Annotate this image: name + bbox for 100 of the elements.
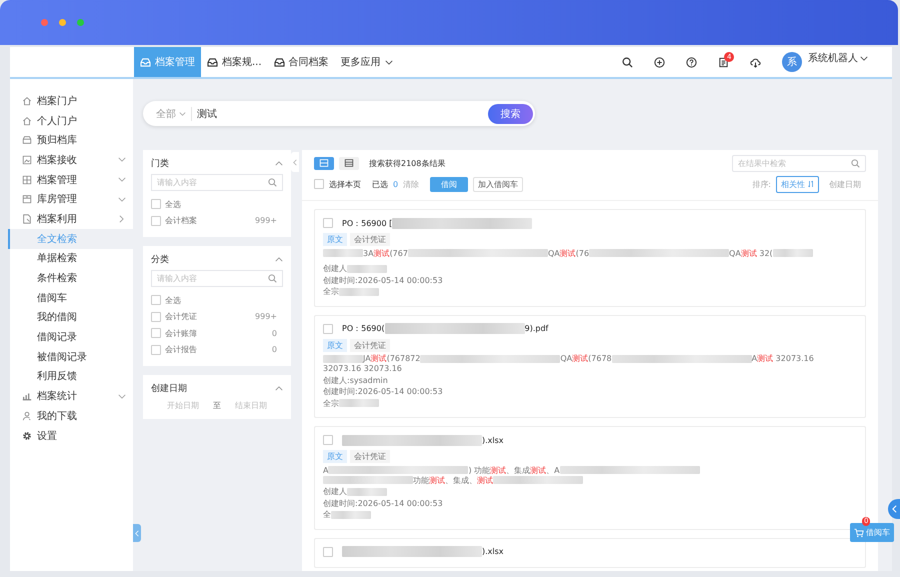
- search-input[interactable]: 测试: [192, 106, 488, 120]
- date-separator: 至: [213, 400, 221, 411]
- document-icon[interactable]: [718, 56, 729, 68]
- blurred-text: [347, 488, 387, 496]
- chevron-down-icon: [179, 112, 186, 116]
- user-menu[interactable]: 系统机器人: [808, 51, 868, 65]
- result-card[interactable]: ).xlsx 原文 会计凭证 A ) 功能测试、集成测试、A 功能测试、集成、测试 创建人 创建时间:2026-05-14 00:00:53 全: [314, 426, 866, 530]
- checkbox[interactable]: [323, 435, 333, 445]
- collapse-filter-tab[interactable]: [291, 152, 299, 172]
- highlighted-match: 测试: [740, 248, 757, 258]
- sidebar-subitem[interactable]: 被借阅记录: [8, 346, 133, 367]
- sidebar-item[interactable]: 档案统计: [10, 386, 133, 406]
- snippet-text: 、集成: [506, 464, 530, 476]
- sidebar-subitem[interactable]: 单据检索: [8, 248, 133, 268]
- tag: 原文: [323, 338, 347, 352]
- checkbox[interactable]: [323, 218, 333, 228]
- blurred-text: [339, 288, 379, 296]
- tag: 会计凭证: [350, 233, 390, 246]
- highlighted-match: 测试: [370, 353, 387, 364]
- result-card[interactable]: ).xlsx: [314, 538, 866, 568]
- chevron-up-icon[interactable]: [275, 256, 283, 262]
- checkbox[interactable]: [314, 179, 324, 189]
- select-page-label: 选择本页: [329, 178, 361, 190]
- sidebar-subitem[interactable]: 借阅记录: [8, 327, 133, 347]
- checkbox[interactable]: [323, 324, 333, 334]
- checkbox[interactable]: [323, 546, 333, 556]
- chevron-down-icon: [384, 60, 393, 64]
- sidebar-item[interactable]: 设置: [10, 426, 133, 446]
- search-button[interactable]: 搜索: [488, 104, 533, 124]
- sort-label: 排序:: [752, 178, 771, 190]
- collapse-sidebar-tab[interactable]: [133, 524, 141, 542]
- add-icon[interactable]: [654, 56, 665, 68]
- home-icon: [22, 116, 32, 126]
- highlighted-match: 测试: [757, 353, 774, 364]
- meta-text: 创建人: [323, 263, 347, 274]
- chevron-left-icon: [892, 505, 896, 513]
- chevron-down-icon: [860, 56, 868, 60]
- search-icon: [268, 178, 277, 187]
- result-card[interactable]: PO：56900 [ 原文 会计凭证 3A测试(767 QA测试(76 QA测试 32( 创建人 创建时间:2026-05-14 00:00:53 全宗: [314, 209, 866, 306]
- chevron-left-icon: [293, 158, 297, 166]
- checkbox[interactable]: [151, 295, 161, 306]
- sidebar-subitem[interactable]: 条件检索: [8, 268, 133, 288]
- list-view-button[interactable]: [314, 156, 334, 170]
- checkbox[interactable]: [151, 312, 161, 322]
- blurred-text: [323, 249, 363, 257]
- sidebar-subitem[interactable]: 我的借阅: [8, 308, 133, 328]
- add-to-cart-button[interactable]: 加入借阅车: [473, 176, 524, 192]
- checkbox[interactable]: [151, 344, 161, 355]
- help-icon[interactable]: [686, 56, 697, 68]
- highlighted-match: 测试: [429, 474, 445, 486]
- result-title-text: ).xlsx: [482, 436, 504, 444]
- sidebar-item[interactable]: 档案门户: [10, 91, 133, 111]
- checkbox[interactable]: [151, 328, 161, 338]
- sidebar-item[interactable]: 档案接收: [10, 150, 133, 170]
- option-label: 会计账簿: [165, 328, 198, 339]
- close-dot[interactable]: [41, 19, 48, 26]
- sidebar-item[interactable]: 档案管理: [10, 170, 133, 190]
- checkbox[interactable]: [151, 199, 161, 210]
- grid-icon: [22, 174, 32, 185]
- sidebar-item[interactable]: 个人门户: [10, 110, 133, 130]
- result-title-text: PO：5690(: [342, 323, 385, 334]
- checkbox[interactable]: [151, 216, 161, 226]
- minimize-dot[interactable]: [59, 19, 66, 26]
- table-view-button[interactable]: [339, 156, 359, 170]
- highlighted-match: 测试: [530, 464, 546, 476]
- nav-tab[interactable]: 档案规...: [201, 47, 268, 77]
- chevron-left-icon: [135, 530, 139, 536]
- expand-panel-button[interactable]: [888, 499, 900, 519]
- sidebar-subitem[interactable]: 借阅车: [8, 288, 133, 308]
- sidebar-item[interactable]: 档案利用: [10, 209, 133, 229]
- sidebar-item[interactable]: 预归档库: [10, 130, 133, 150]
- chevron-up-icon[interactable]: [275, 160, 283, 166]
- sidebar-subitem[interactable]: 利用反馈: [8, 366, 133, 386]
- tag: 会计凭证: [350, 450, 390, 463]
- snippet-text: 功能: [413, 474, 429, 486]
- zoom-dot[interactable]: [77, 19, 84, 26]
- meta-text: 创建时间:2026-05-14 00:00:53: [323, 274, 443, 286]
- doc-icon: [22, 214, 32, 224]
- cloud-icon[interactable]: [750, 56, 761, 68]
- more-apps-menu[interactable]: 更多应用: [334, 47, 399, 77]
- meta-text: 创建人: [323, 486, 347, 498]
- snippet-text: A: [323, 466, 328, 474]
- sidebar-item[interactable]: 我的下载: [10, 406, 133, 426]
- search-icon: [268, 274, 277, 283]
- meta-text: 创建时间:2026-05-14 00:00:53: [323, 386, 443, 398]
- box-icon: [22, 135, 32, 146]
- tag: 原文: [323, 233, 347, 246]
- snippet-text: ) 功能: [468, 464, 490, 476]
- chevron-up-icon[interactable]: [275, 386, 283, 390]
- result-title-text: 9).pdf: [524, 324, 548, 333]
- filter-title: 门类: [151, 158, 169, 170]
- inbox-icon: [274, 58, 285, 66]
- result-card[interactable]: PO：5690( 9).pdf 原文 会计凭证 JA测试(767872 QA测试(7678 A测试 32073.16 32073.16 32073.16 创建人:sysadmin 创建时间:2026-05-14 00:00:53 全宗: [314, 314, 866, 418]
- nav-tab[interactable]: 合同档案: [268, 47, 335, 77]
- user-icon: [22, 410, 32, 421]
- search-icon[interactable]: [622, 56, 633, 68]
- result-count: 搜索获得2108条结果: [369, 158, 446, 168]
- home-icon: [22, 96, 32, 106]
- image-icon: [22, 154, 32, 165]
- sidebar-item[interactable]: 库房管理: [10, 189, 133, 210]
